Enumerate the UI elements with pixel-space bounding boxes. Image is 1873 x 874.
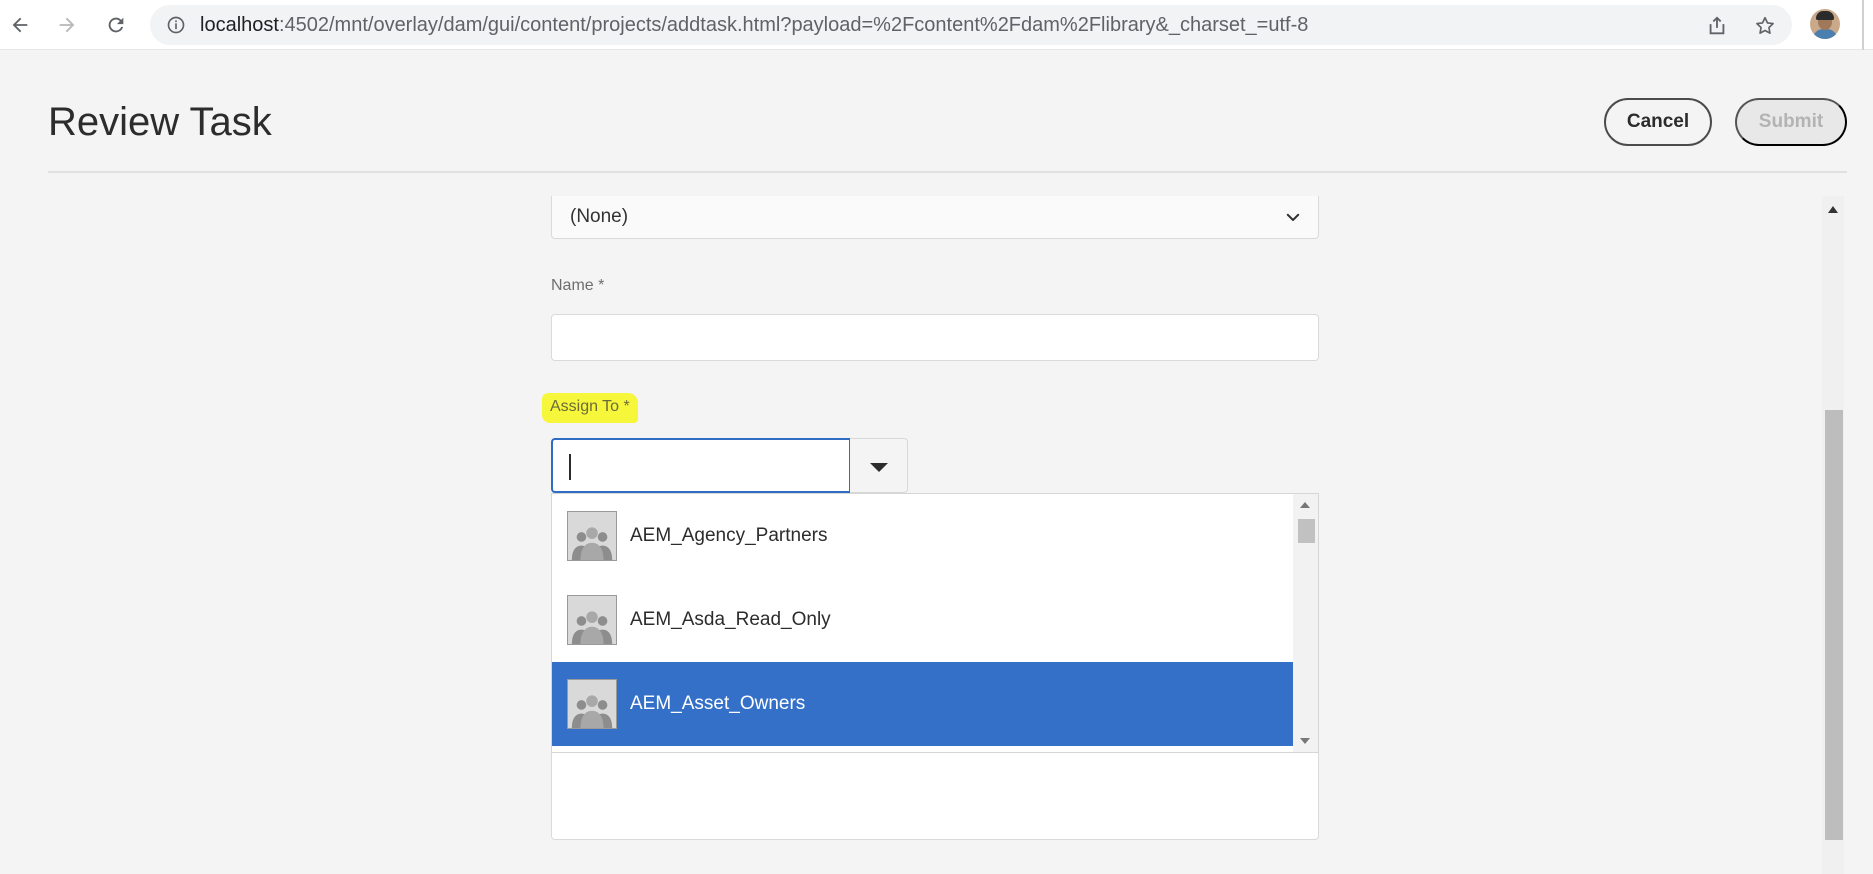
chevron-down-icon	[1286, 213, 1300, 221]
description-field[interactable]	[551, 753, 1319, 840]
url-path: :4502/mnt/overlay/dam/gui/content/projec…	[278, 14, 1309, 36]
options-scrollbar[interactable]	[1293, 494, 1318, 752]
share-icon[interactable]	[1706, 15, 1728, 37]
back-arrow-icon	[12, 17, 28, 33]
name-field[interactable]	[551, 314, 1319, 361]
assign-to-input[interactable]	[551, 438, 851, 493]
option-label: AEM_Agency_Partners	[630, 525, 828, 546]
template-select-value: (None)	[570, 206, 629, 227]
bookmark-star-icon[interactable]	[1754, 15, 1776, 37]
assign-to-dropdown-button[interactable]	[850, 438, 908, 493]
cancel-button[interactable]: Cancel	[1604, 98, 1712, 146]
option-label: AEM_Asset_Owners	[630, 693, 806, 714]
option-asda-read-only[interactable]: AEM_Asda_Read_Only	[552, 578, 1293, 662]
browser-toolbar: localhost:4502/mnt/overlay/dam/gui/conte…	[0, 0, 1873, 50]
reload-button[interactable]	[99, 8, 133, 42]
reload-icon	[108, 17, 124, 33]
option-asset-owners[interactable]: AEM_Asset_Owners	[552, 662, 1293, 746]
scroll-up-arrow-icon[interactable]	[1300, 502, 1310, 508]
scrollbar-thumb[interactable]	[1825, 410, 1843, 840]
assign-to-options-list: AEM_Agency_Partners AEM_Asda_Read_Only A…	[551, 493, 1319, 753]
header-divider	[48, 171, 1847, 173]
profile-avatar[interactable]	[1810, 9, 1840, 39]
template-select[interactable]: (None)	[551, 196, 1319, 239]
site-info-icon[interactable]	[166, 15, 186, 35]
user-group-icon	[567, 595, 617, 645]
page-scrollbar[interactable]	[1822, 196, 1844, 874]
forward-button[interactable]	[50, 8, 84, 42]
back-button[interactable]	[3, 8, 37, 42]
page-title: Review Task	[48, 100, 272, 144]
url-host: localhost	[200, 14, 279, 36]
user-group-icon	[567, 679, 617, 729]
user-group-icon	[567, 511, 617, 561]
scroll-down-arrow-icon[interactable]	[1300, 738, 1310, 744]
forward-arrow-icon	[59, 17, 75, 33]
scroll-up-arrow-icon[interactable]	[1828, 206, 1838, 213]
text-caret	[569, 454, 571, 480]
caret-down-icon	[870, 463, 888, 472]
scrollbar-thumb[interactable]	[1298, 519, 1315, 543]
submit-button[interactable]: Submit	[1735, 98, 1847, 146]
address-bar[interactable]: localhost:4502/mnt/overlay/dam/gui/conte…	[150, 5, 1792, 45]
name-label: Name *	[551, 277, 605, 294]
url-text: localhost:4502/mnt/overlay/dam/gui/conte…	[200, 5, 1308, 45]
assign-to-label: Assign To *	[542, 393, 638, 423]
option-agency-partners[interactable]: AEM_Agency_Partners	[552, 494, 1293, 578]
option-label: AEM_Asda_Read_Only	[630, 609, 831, 630]
window-edge	[1862, 0, 1864, 50]
